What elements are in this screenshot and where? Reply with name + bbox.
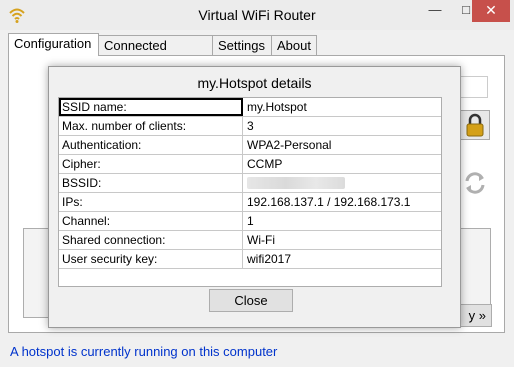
details-grid: SSID name: my.Hotspot Max. number of cli… <box>58 97 442 287</box>
row-value: my.Hotspot <box>247 100 307 114</box>
tab-about[interactable]: About <box>271 35 317 55</box>
minimize-button[interactable]: — <box>418 0 452 22</box>
row-value: CCMP <box>247 157 283 171</box>
table-row[interactable]: Channel: 1 <box>59 212 441 231</box>
row-label: IPs: <box>59 193 243 211</box>
table-row[interactable]: IPs: 192.168.137.1 / 192.168.173.1 <box>59 193 441 212</box>
status-text: A hotspot is currently running on this c… <box>10 344 278 359</box>
row-label: Channel: <box>59 212 243 230</box>
row-value-redacted <box>244 174 441 192</box>
tab-connected-clients[interactable]: Connected clients <box>98 35 213 72</box>
row-label: Max. number of clients: <box>59 117 243 135</box>
table-row[interactable]: Shared connection: Wi-Fi <box>59 231 441 250</box>
title-bar: Virtual WiFi Router — □ ✕ <box>0 0 514 30</box>
redacted-value <box>247 177 345 189</box>
close-window-button[interactable]: ✕ <box>472 0 510 22</box>
table-row[interactable]: BSSID: <box>59 174 441 193</box>
tab-settings[interactable]: Settings <box>212 35 272 55</box>
table-row[interactable]: Cipher: CCMP <box>59 155 441 174</box>
table-row[interactable]: SSID name: my.Hotspot <box>59 98 441 117</box>
row-label: SSID name: <box>59 98 243 116</box>
refresh-icon[interactable] <box>462 170 488 196</box>
row-value: 192.168.137.1 / 192.168.173.1 <box>247 195 411 209</box>
row-label: BSSID: <box>59 174 243 192</box>
table-row[interactable]: User security key: wifi2017 <box>59 250 441 269</box>
dialog-title: my.Hotspot details <box>197 75 312 91</box>
row-value: WPA2-Personal <box>247 138 332 152</box>
table-row[interactable]: Authentication: WPA2-Personal <box>59 136 441 155</box>
row-label: Cipher: <box>59 155 243 173</box>
row-value: Wi-Fi <box>247 233 275 247</box>
close-button[interactable]: Close <box>209 289 293 312</box>
row-value: 3 <box>247 119 254 133</box>
hotspot-details-dialog: my.Hotspot details SSID name: my.Hotspot… <box>48 66 461 328</box>
lock-button[interactable] <box>460 110 490 140</box>
row-value: wifi2017 <box>247 252 292 266</box>
lock-icon <box>466 113 484 137</box>
tab-configuration[interactable]: Configuration <box>8 33 99 56</box>
row-value: 1 <box>247 214 254 228</box>
row-label: Authentication: <box>59 136 243 154</box>
row-label: Shared connection: <box>59 231 243 249</box>
row-label: User security key: <box>59 250 243 268</box>
table-row[interactable]: Max. number of clients: 3 <box>59 117 441 136</box>
